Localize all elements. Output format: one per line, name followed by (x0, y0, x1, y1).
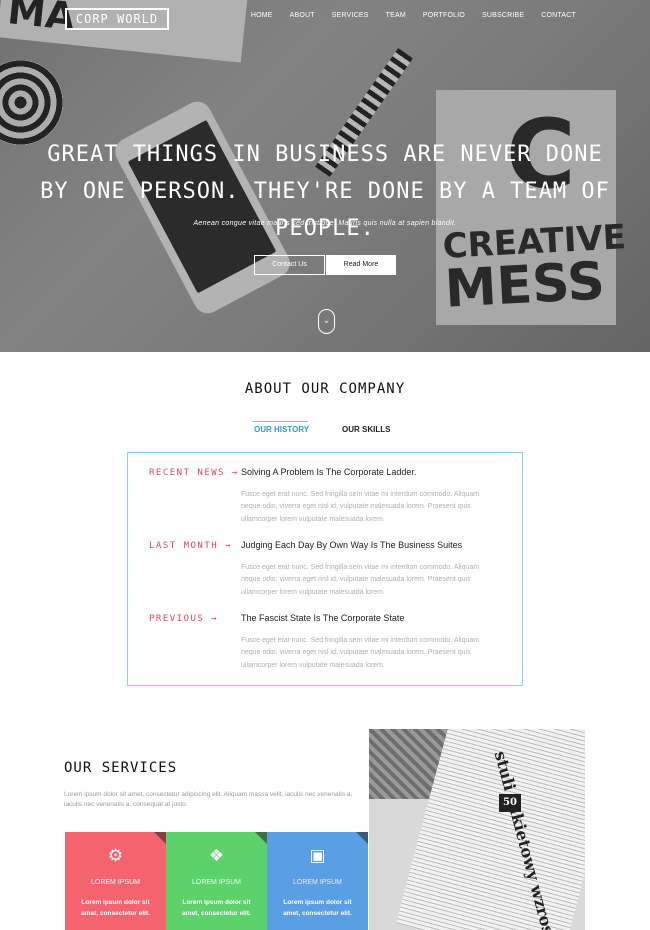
timeline-heading: Solving A Problem Is The Corporate Ladde… (241, 467, 417, 477)
service-card-title: LOREM IPSUM (90, 879, 140, 886)
service-card-title: LOREM IPSUM (292, 879, 342, 886)
gears-icon: ⚙ (107, 846, 124, 866)
services-title: OUR SERVICES (64, 760, 178, 776)
timeline-heading: Judging Each Day By Own Way Is The Busin… (241, 540, 463, 550)
timeline-body: Fusce eget erat nunc. Sed fringilla sem … (241, 491, 480, 523)
service-card-text: Lorem ipsum dolor sit amet, consectetur … (283, 899, 352, 917)
active-tab-indicator (252, 421, 308, 422)
timeline-tag: PREVIOUS → (149, 614, 219, 624)
nav-item-subscribe[interactable]: SUBSCRIBE (482, 12, 524, 19)
services-description: Lorem ipsum dolor sit amet, consectetur … (64, 791, 353, 808)
cubes-icon: ❖ (208, 846, 225, 866)
nav-item-team[interactable]: TEAM (386, 12, 406, 19)
chevron-down-icon: ⌄ (322, 316, 331, 326)
scroll-down-button[interactable]: ⌄ (318, 309, 335, 334)
read-more-button[interactable]: Read More (326, 255, 396, 275)
hero-subline: Aenean congue vitae mauris sed tristique… (193, 220, 457, 227)
timeline-tag: LAST MONTH → (149, 541, 233, 551)
timeline-body: Fusce eget erat nunc. Sed fringilla sem … (241, 637, 480, 669)
tab-our-skills[interactable]: OUR SKILLS (342, 425, 390, 434)
nav-item-services[interactable]: SERVICES (332, 12, 369, 19)
service-card-title: LOREM IPSUM (191, 879, 241, 886)
hero-headline: GREAT THINGS IN BUSINESS ARE NEVER DONE … (40, 142, 610, 241)
contact-us-button[interactable]: Contact Us (254, 255, 325, 275)
about-title: ABOUT OUR COMPANY (244, 381, 406, 397)
logo[interactable]: CORP WORLD (65, 8, 169, 30)
service-card-3[interactable]: ▣ LOREM IPSUM Lorem ipsum dolor sit amet… (267, 832, 368, 930)
service-card-2[interactable]: ❖ LOREM IPSUM Lorem ipsum dolor sit amet… (166, 832, 267, 930)
nav-item-portfolio[interactable]: PORTFOLIO (423, 12, 465, 19)
nav-item-about[interactable]: ABOUT (290, 12, 315, 19)
nav-item-contact[interactable]: CONTACT (541, 12, 576, 19)
newspaper-image: stuli rakietowy wzrost 50 (369, 729, 585, 930)
timeline-body: Fusce eget erat nunc. Sed fringilla sem … (241, 564, 480, 596)
briefcase-icon: ▣ (309, 846, 326, 866)
main-nav: HOME ABOUT SERVICES TEAM PORTFOLIO SUBSC… (234, 12, 576, 19)
nav-item-home[interactable]: HOME (251, 12, 273, 19)
timeline-tag: RECENT NEWS → (149, 468, 239, 478)
tab-our-history[interactable]: OUR HISTORY (254, 425, 309, 434)
timeline-heading: The Fascist State Is The Corporate State (241, 613, 405, 623)
service-card-1[interactable]: ⚙ LOREM IPSUM Lorem ipsum dolor sit amet… (65, 832, 166, 930)
history-timeline: RECENT NEWS → Solving A Problem Is The C… (127, 452, 523, 686)
service-card-text: Lorem ipsum dolor sit amet, consectetur … (182, 899, 251, 917)
hero-banner: MA C CREATIVE MESS CORP WORLD HOME ABOUT … (0, 0, 650, 352)
service-card-text: Lorem ipsum dolor sit amet, consectetur … (81, 899, 150, 917)
